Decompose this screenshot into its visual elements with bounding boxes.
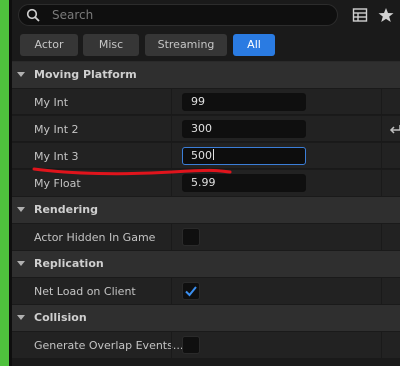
column-divider [381, 89, 382, 115]
text-caret [213, 149, 214, 160]
my-int-2-field[interactable]: 300 [182, 120, 306, 138]
my-int-field[interactable]: 99 [182, 93, 306, 111]
filter-bar: Actor Misc Streaming All [12, 34, 400, 56]
column-divider [381, 224, 382, 250]
property-label: My Int [34, 96, 69, 109]
property-row-net-load: Net Load on Client [12, 278, 400, 304]
collapse-arrow-icon[interactable] [17, 207, 25, 212]
property-row-actor-hidden: Actor Hidden In Game [12, 224, 400, 250]
filter-actor-button[interactable]: Actor [20, 34, 78, 56]
reset-to-default-icon[interactable] [388, 123, 400, 135]
property-label: My Int 3 [34, 150, 79, 163]
category-collision[interactable]: Collision [12, 305, 400, 331]
column-divider [171, 116, 172, 142]
checkmark-icon [185, 286, 197, 297]
details-toolbar: Search [12, 0, 400, 32]
property-row-generate-overlap: Generate Overlap Events... [12, 332, 400, 358]
property-label: Actor Hidden In Game [34, 231, 156, 244]
details-panel: Search Actor Misc Streaming All Moving P… [12, 0, 400, 366]
category-label: Collision [34, 311, 87, 324]
net-load-checkbox[interactable] [182, 282, 200, 300]
category-label: Rendering [34, 203, 98, 216]
column-divider [381, 143, 382, 169]
actor-hidden-checkbox[interactable] [182, 228, 200, 246]
column-divider [381, 170, 382, 196]
column-divider [171, 332, 172, 358]
generate-overlap-checkbox[interactable] [182, 336, 200, 354]
column-divider [381, 332, 382, 358]
my-int-3-field[interactable]: 500 [182, 147, 306, 165]
editor-side-strip [0, 0, 9, 366]
red-underline-annotation [32, 167, 232, 176]
category-label: Moving Platform [34, 68, 137, 81]
column-divider [171, 278, 172, 304]
collapse-arrow-icon[interactable] [17, 72, 25, 77]
property-row-my-int: My Int 99 [12, 89, 400, 115]
category-label: Replication [34, 257, 104, 270]
category-moving-platform[interactable]: Moving Platform [12, 62, 400, 88]
search-input[interactable]: Search [52, 8, 93, 22]
star-icon[interactable] [378, 7, 394, 23]
property-label: Generate Overlap Events... [34, 339, 184, 352]
search-icon [26, 8, 40, 22]
property-label: My Int 2 [34, 123, 79, 136]
filter-misc-button[interactable]: Misc [83, 34, 139, 56]
table-view-icon[interactable] [352, 7, 368, 23]
property-label: Net Load on Client [34, 285, 136, 298]
my-int-3-value: 500 [191, 149, 212, 162]
filter-streaming-button[interactable]: Streaming [145, 34, 227, 56]
property-row-my-int-2: My Int 2 300 [12, 116, 400, 142]
column-divider [381, 278, 382, 304]
category-replication[interactable]: Replication [12, 251, 400, 277]
collapse-arrow-icon[interactable] [17, 315, 25, 320]
column-divider [381, 116, 382, 142]
collapse-arrow-icon[interactable] [17, 261, 25, 266]
filter-all-button[interactable]: All [233, 34, 275, 56]
search-box[interactable]: Search [18, 4, 338, 26]
column-divider [171, 224, 172, 250]
column-divider [171, 89, 172, 115]
category-rendering[interactable]: Rendering [12, 197, 400, 223]
